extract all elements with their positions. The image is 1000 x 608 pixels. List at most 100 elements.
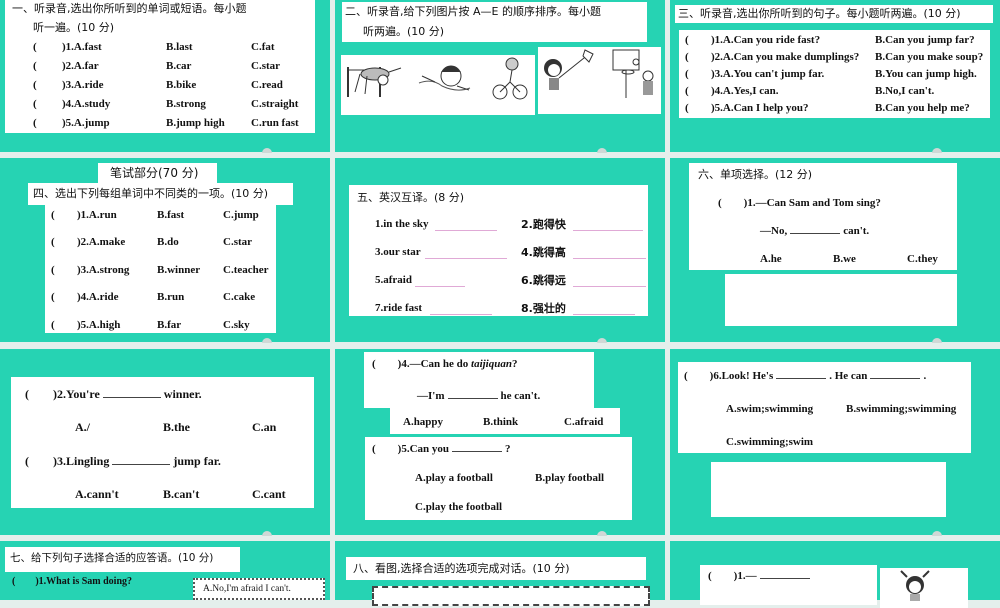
question-1: ( )1.—Can Sam and Tom sing? bbox=[718, 197, 881, 209]
question-text: ( )1.— bbox=[708, 570, 757, 582]
slide-8[interactable]: ( )4.—Can he do taijiquan? —I'm he can't.… bbox=[335, 349, 665, 536]
option-a: )5.A.Can I help you? bbox=[711, 102, 809, 114]
answer-line: —No, can't. bbox=[760, 226, 869, 237]
question-text-end: jump far. bbox=[173, 454, 221, 468]
picture-dialog-panel bbox=[372, 586, 650, 606]
slide-2[interactable]: 二、听录音,给下列图片按 A—E 的顺序排序。每小题 听两遍。(10 分) bbox=[335, 0, 665, 153]
answer-blank[interactable] bbox=[415, 286, 465, 287]
kite-flying-picture bbox=[544, 49, 594, 90]
option-b: B.last bbox=[166, 41, 193, 53]
slide-3[interactable]: 三、听录音,选出你所听到的句子。每小题听两遍。(10 分) ()1.A.Can … bbox=[670, 0, 1000, 153]
answer-blank[interactable] bbox=[425, 258, 507, 259]
blank-panel bbox=[725, 274, 957, 326]
answer-blank[interactable] bbox=[759, 578, 810, 579]
option-c: C.star bbox=[223, 236, 253, 248]
slide-10[interactable]: 七、给下列句子选择合适的应答语。(10 分) ( )1.What is Sam … bbox=[0, 541, 330, 600]
answer-blank[interactable] bbox=[573, 314, 635, 315]
slide-4[interactable]: 笔试部分(70 分) 四、选出下列每组单词中不同类的一项。(10 分) ()1.… bbox=[0, 158, 330, 343]
answer-blank[interactable] bbox=[435, 230, 497, 231]
answer-blank[interactable] bbox=[447, 398, 498, 399]
answer-prefix: —I'm bbox=[417, 390, 445, 402]
slide-nav-marker[interactable] bbox=[932, 338, 942, 343]
answer-blank-1[interactable] bbox=[776, 378, 827, 379]
option-b: B.bike bbox=[166, 79, 197, 91]
slide-nav-marker[interactable] bbox=[597, 338, 607, 343]
translation-item-5: 5.afraid bbox=[375, 274, 412, 286]
answer-blank[interactable] bbox=[430, 314, 492, 315]
slide-nav-marker[interactable] bbox=[262, 148, 272, 153]
option-a: )4.A.study bbox=[62, 98, 111, 110]
section-title: 七、给下列句子选择合适的应答语。(10 分) bbox=[10, 552, 214, 564]
answer-bracket[interactable]: ( bbox=[33, 80, 37, 91]
answer-bracket[interactable]: ( bbox=[51, 320, 55, 331]
option-a: )5.A.high bbox=[77, 319, 121, 331]
option-b: B.strong bbox=[166, 98, 206, 110]
option-c: C.read bbox=[251, 79, 283, 91]
answer-blank[interactable] bbox=[573, 258, 646, 259]
answer-bracket[interactable]: ( bbox=[51, 292, 55, 303]
option-b: B.fast bbox=[157, 209, 185, 221]
translation-item-4: 4.跳得高 bbox=[521, 246, 566, 259]
answer-bracket[interactable]: ( bbox=[685, 52, 689, 63]
answer-bracket[interactable]: ( bbox=[685, 86, 689, 97]
slide-nav-marker[interactable] bbox=[597, 531, 607, 536]
translation-item-7: 7.ride fast bbox=[375, 302, 423, 314]
answer-blank[interactable] bbox=[790, 233, 841, 234]
option-a: )2.A.far bbox=[62, 60, 99, 72]
section-title: 二、听录音,给下列图片按 A—E 的顺序排序。每小题 bbox=[345, 5, 601, 18]
option-c: C.they bbox=[907, 253, 938, 265]
slide-nav-marker[interactable] bbox=[262, 531, 272, 536]
option-a: A.he bbox=[760, 253, 782, 265]
section-title: 一、听录音,选出你所听到的单词或短语。每小题 bbox=[12, 2, 247, 15]
option-b: B.far bbox=[157, 319, 182, 331]
option-b: B.play football bbox=[535, 472, 605, 484]
option-c: C.cake bbox=[223, 291, 256, 303]
slide-7[interactable]: ( )2.You're winner. A./ B.the C.an ( )3.L… bbox=[0, 349, 330, 536]
slide-5[interactable]: 五、英汉互译。(8 分) 1.in the sky 2.跑得快 3.our star… bbox=[335, 158, 665, 343]
answer-blank-2[interactable] bbox=[870, 378, 921, 379]
answer-suffix: can't. bbox=[843, 225, 870, 237]
answer-bracket[interactable]: ( bbox=[685, 69, 689, 80]
slide-1[interactable]: 一、听录音,选出你所听到的单词或短语。每小题 听一遍。(10 分) ()1.A.… bbox=[0, 0, 330, 153]
answer-bracket[interactable]: ( bbox=[33, 99, 37, 110]
translation-item-8: 8.强壮的 bbox=[521, 302, 566, 315]
answer-bracket[interactable]: ( bbox=[51, 237, 55, 248]
answer-blank[interactable] bbox=[452, 451, 503, 452]
slide-11[interactable]: 八、看图,选择合适的选项完成对话。(10 分) bbox=[335, 541, 665, 606]
answer-blank[interactable] bbox=[573, 286, 646, 287]
option-c: C.run fast bbox=[251, 117, 299, 129]
slide-nav-marker[interactable] bbox=[932, 148, 942, 153]
question-italic-word: taijiquan bbox=[471, 358, 512, 370]
answer-bracket[interactable]: ( bbox=[685, 103, 689, 114]
slide-nav-marker[interactable] bbox=[932, 531, 942, 536]
answer-blank[interactable] bbox=[573, 230, 643, 231]
option-a: A.happy bbox=[403, 416, 444, 428]
option-a: )4.A.Yes,I can. bbox=[711, 85, 779, 97]
answer-bracket[interactable]: ( bbox=[33, 61, 37, 72]
option-b: B.we bbox=[833, 253, 856, 265]
answer-bracket[interactable]: ( bbox=[51, 265, 55, 276]
answer-bracket[interactable]: ( bbox=[685, 35, 689, 46]
blank-panel bbox=[711, 462, 946, 517]
answer-bracket[interactable]: ( bbox=[51, 210, 55, 221]
answer-bracket[interactable]: ( bbox=[33, 42, 37, 53]
answer-bracket[interactable]: ( bbox=[33, 118, 37, 129]
option-a: )2.A.make bbox=[77, 236, 126, 248]
slide-nav-marker[interactable] bbox=[262, 338, 272, 343]
answer-blank[interactable] bbox=[102, 397, 161, 398]
answer-blank[interactable] bbox=[112, 464, 171, 465]
answer-suffix: he can't. bbox=[500, 390, 541, 402]
option-b: B.car bbox=[166, 60, 192, 72]
option-b: B.swimming;swimming bbox=[846, 403, 957, 415]
option-a: A.swim;swimming bbox=[726, 403, 814, 415]
option-b: B.winner bbox=[157, 264, 201, 276]
slide-12[interactable]: ( )1.— bbox=[670, 541, 1000, 608]
option-c: C.star bbox=[251, 60, 281, 72]
section-title-line2: 听一遍。(10 分) bbox=[33, 21, 115, 34]
slide-9[interactable]: ( )6.Look! He's . He can. A.swim;swimming… bbox=[670, 349, 1000, 536]
option-c: C.cant bbox=[252, 487, 286, 501]
slide-6[interactable]: 六、单项选择。(12 分) ( )1.—Can Sam and Tom sing… bbox=[670, 158, 1000, 343]
section-title: 五、英汉互译。(8 分) bbox=[357, 191, 465, 204]
slide-nav-marker[interactable] bbox=[597, 148, 607, 153]
option-a: )2.A.Can you make dumplings? bbox=[711, 51, 860, 63]
